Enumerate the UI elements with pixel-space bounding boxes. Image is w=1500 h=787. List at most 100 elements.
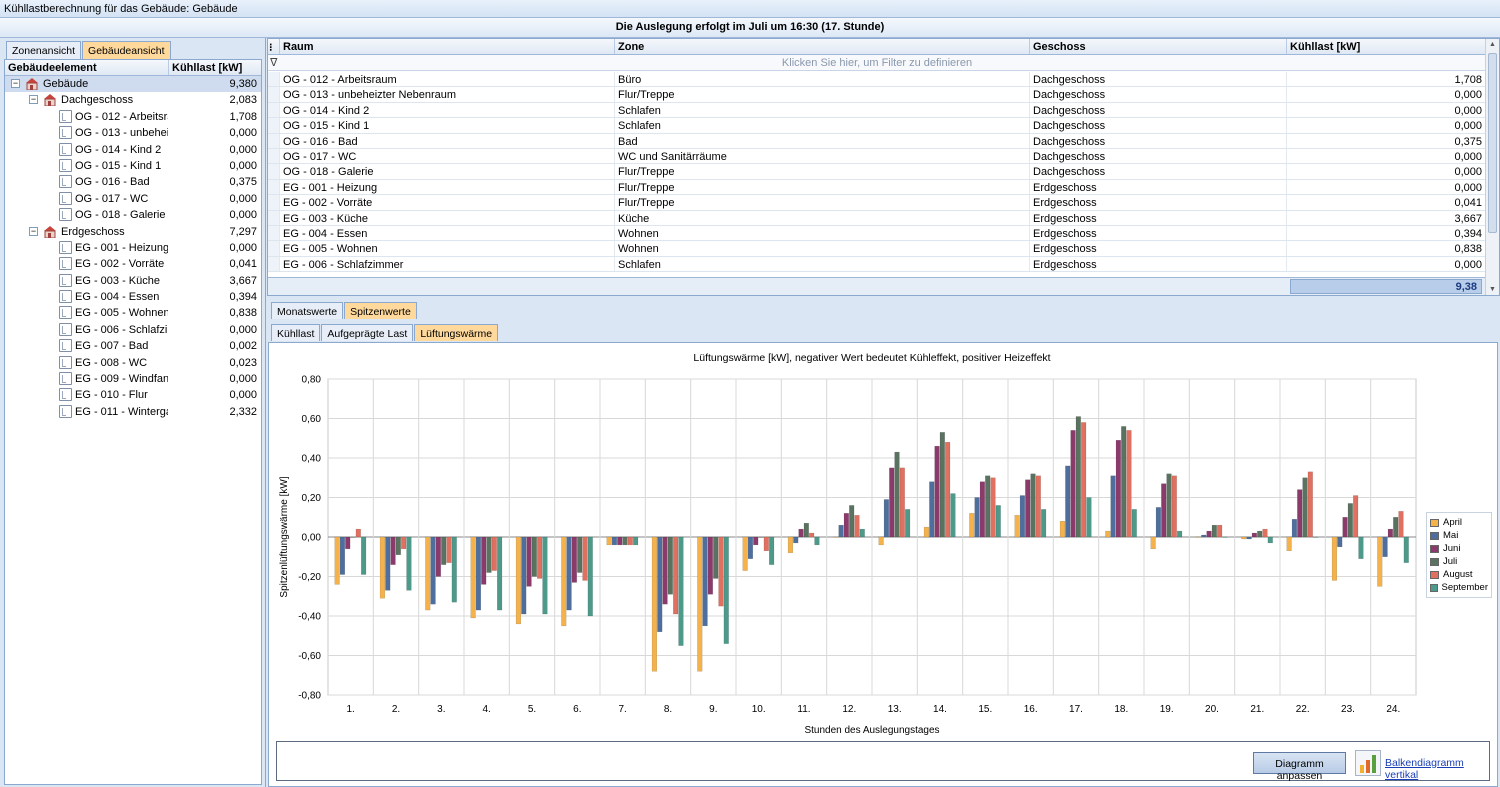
tree-header-load[interactable]: Kühllast [kW] bbox=[169, 60, 261, 75]
table-row[interactable]: OG - 015 - Kind 1 Schlafen Dachgeschoss 0,0… bbox=[268, 118, 1486, 134]
tab-kuehllast[interactable]: Kühllast bbox=[271, 324, 321, 341]
x-tick-label: 2. bbox=[392, 704, 400, 715]
table-row[interactable]: OG - 017 - WC WC und Sanitärräume Dachgesc… bbox=[268, 149, 1486, 165]
tree-node-value: 0,000 bbox=[229, 159, 257, 172]
tree-node[interactable]: EG - 001 - Heizung 0,000 bbox=[5, 240, 261, 256]
tree-node-label: Dachgeschoss bbox=[61, 94, 134, 107]
row-selector[interactable] bbox=[268, 256, 280, 272]
table-row[interactable]: OG - 012 - Arbeitsraum Büro Dachgeschoss 1,… bbox=[268, 72, 1486, 88]
bar-chart-icon[interactable] bbox=[1355, 750, 1381, 776]
tree-node[interactable]: EG - 003 - Küche 3,667 bbox=[5, 273, 261, 289]
col-zone[interactable]: Zone bbox=[615, 39, 1030, 54]
scroll-up-icon[interactable]: ▲ bbox=[1489, 41, 1496, 48]
tab-gebaeudeansicht[interactable]: Gebäudeansicht bbox=[82, 41, 171, 59]
room-icon bbox=[59, 240, 72, 254]
tree-node[interactable]: EG - 007 - Bad 0,002 bbox=[5, 338, 261, 354]
tree-node[interactable]: − Erdgeschoss 7,297 bbox=[5, 224, 261, 240]
y-axis-label: Spitzenlüftungswärme [kW] bbox=[279, 476, 290, 597]
row-selector[interactable] bbox=[268, 102, 280, 118]
tree-node[interactable]: OG - 013 - unbeheizter 0,000 bbox=[5, 125, 261, 141]
x-axis-label: Stunden des Auslegungstages bbox=[804, 725, 939, 736]
tree-node[interactable]: EG - 008 - WC 0,023 bbox=[5, 355, 261, 371]
bar bbox=[1059, 520, 1065, 538]
table-row[interactable]: EG - 005 - Wohnen Wohnen Erdgeschoss 0,838 bbox=[268, 241, 1486, 257]
bar bbox=[446, 536, 452, 563]
cell-raum: OG - 012 - Arbeitsraum bbox=[280, 72, 615, 87]
tab-spitzenwerte[interactable]: Spitzenwerte bbox=[344, 302, 417, 319]
scroll-thumb[interactable] bbox=[1488, 53, 1497, 233]
balkendiagramm-vertikal-link[interactable]: Balkendiagramm vertikal bbox=[1385, 757, 1489, 781]
row-selector[interactable] bbox=[268, 133, 280, 148]
tree-node[interactable]: − Gebäude 9,380 bbox=[5, 76, 261, 93]
tree-node[interactable]: OG - 018 - Galerie 0,000 bbox=[5, 207, 261, 223]
bar bbox=[566, 536, 572, 611]
bar bbox=[662, 536, 668, 605]
tree-node[interactable]: OG - 014 - Kind 2 0,000 bbox=[5, 142, 261, 158]
bar bbox=[1177, 530, 1183, 538]
row-selector[interactable] bbox=[268, 241, 280, 256]
table-row[interactable]: OG - 014 - Kind 2 Schlafen Dachgeschoss 0,0… bbox=[268, 102, 1486, 119]
table-row[interactable]: EG - 004 - Essen Wohnen Erdgeschoss 0,394 bbox=[268, 226, 1486, 242]
col-raum[interactable]: Raum bbox=[280, 39, 615, 54]
x-tick-label: 16. bbox=[1024, 704, 1038, 715]
row-selector[interactable] bbox=[268, 87, 280, 102]
row-selector[interactable] bbox=[268, 149, 280, 164]
tree-node[interactable]: EG - 004 - Essen 0,394 bbox=[5, 289, 261, 305]
tab-aufgepraegte-last[interactable]: Aufgeprägte Last bbox=[321, 324, 414, 341]
tree-node[interactable]: OG - 016 - Bad 0,375 bbox=[5, 174, 261, 190]
cell-geschoss: Dachgeschoss bbox=[1030, 164, 1287, 179]
tree-node[interactable]: EG - 005 - Wohnen 0,838 bbox=[5, 305, 261, 321]
table-row[interactable]: EG - 001 - Heizung Flur/Treppe Erdgeschoss… bbox=[268, 179, 1486, 196]
table-row[interactable]: EG - 003 - Küche Küche Erdgeschoss 3,667 bbox=[268, 210, 1486, 226]
collapse-icon[interactable]: − bbox=[11, 79, 20, 88]
table-row[interactable]: OG - 016 - Bad Bad Dachgeschoss 0,375 bbox=[268, 133, 1486, 149]
scroll-down-icon[interactable]: ▼ bbox=[1489, 286, 1496, 293]
cell-zone: Schlafen bbox=[615, 118, 1030, 133]
tree-node[interactable]: − Dachgeschoss 2,083 bbox=[5, 92, 261, 108]
tree-node[interactable]: EG - 010 - Flur 0,000 bbox=[5, 387, 261, 403]
bar bbox=[470, 536, 476, 619]
col-geschoss[interactable]: Geschoss bbox=[1030, 39, 1287, 54]
bar bbox=[497, 536, 503, 611]
cell-kuehllast: 0,000 bbox=[1287, 87, 1486, 102]
table-row[interactable]: OG - 018 - Galerie Flur/Treppe Dachgeschos… bbox=[268, 164, 1486, 180]
row-selector[interactable] bbox=[268, 164, 280, 179]
bar bbox=[491, 536, 497, 571]
bar bbox=[1019, 495, 1025, 538]
room-icon bbox=[59, 142, 72, 156]
table-row[interactable]: OG - 013 - unbeheizter Nebenraum Flur/Tre… bbox=[268, 87, 1486, 103]
collapse-icon[interactable]: − bbox=[29, 95, 38, 105]
tree-node[interactable]: EG - 009 - Windfang 0,000 bbox=[5, 371, 261, 387]
tab-zonenansicht[interactable]: Zonenansicht bbox=[6, 41, 82, 59]
tree-node[interactable]: OG - 012 - Arbeitsraun 1,708 bbox=[5, 109, 261, 125]
row-selector[interactable] bbox=[268, 210, 280, 225]
filter-row[interactable]: ᐁ Klicken Sie hier, um Filter zu definie… bbox=[268, 55, 1486, 71]
tab-lueftungswaerme[interactable]: Lüftungswärme bbox=[414, 324, 499, 341]
tree-header-element[interactable]: Gebäudeelement bbox=[5, 60, 169, 75]
legend-label: Juni bbox=[1443, 543, 1461, 554]
y-tick-label: -0,20 bbox=[298, 572, 321, 583]
row-selector[interactable] bbox=[268, 226, 280, 241]
column-chooser-icon[interactable]: ⁝ bbox=[268, 39, 280, 54]
row-selector[interactable] bbox=[268, 72, 280, 87]
window-title: Kühllastberechnung für das Gebäude: Gebä… bbox=[0, 0, 1500, 18]
col-kuehllast[interactable]: Kühllast [kW] bbox=[1287, 39, 1486, 54]
diagramm-anpassen-button[interactable]: Diagramm anpassen bbox=[1253, 752, 1346, 782]
cell-raum: OG - 017 - WC bbox=[280, 149, 615, 164]
tree-node[interactable]: EG - 006 - Schlafzimme 0,000 bbox=[5, 322, 261, 338]
table-row[interactable]: EG - 002 - Vorräte Flur/Treppe Erdgeschoss… bbox=[268, 195, 1486, 211]
row-selector[interactable] bbox=[268, 179, 280, 195]
table-row[interactable]: EG - 006 - Schlafzimmer Schlafen Erdgescho… bbox=[268, 256, 1486, 273]
row-selector[interactable] bbox=[268, 118, 280, 133]
tree-node[interactable]: EG - 002 - Vorräte 0,041 bbox=[5, 256, 261, 272]
collapse-icon[interactable]: − bbox=[29, 226, 38, 236]
row-selector[interactable] bbox=[268, 195, 280, 210]
tree-node[interactable]: OG - 015 - Kind 1 0,000 bbox=[5, 158, 261, 174]
tree-node[interactable]: OG - 017 - WC 0,000 bbox=[5, 191, 261, 207]
tab-monatswerte[interactable]: Monatswerte bbox=[271, 302, 344, 319]
cell-raum: OG - 013 - unbeheizter Nebenraum bbox=[280, 87, 615, 102]
bar bbox=[451, 536, 457, 603]
tree-node[interactable]: EG - 011 - Wintergarte 2,332 bbox=[5, 404, 261, 420]
grid-scrollbar[interactable]: ▲ ▼ bbox=[1485, 39, 1499, 295]
filter-icon[interactable]: ᐁ bbox=[270, 56, 278, 69]
